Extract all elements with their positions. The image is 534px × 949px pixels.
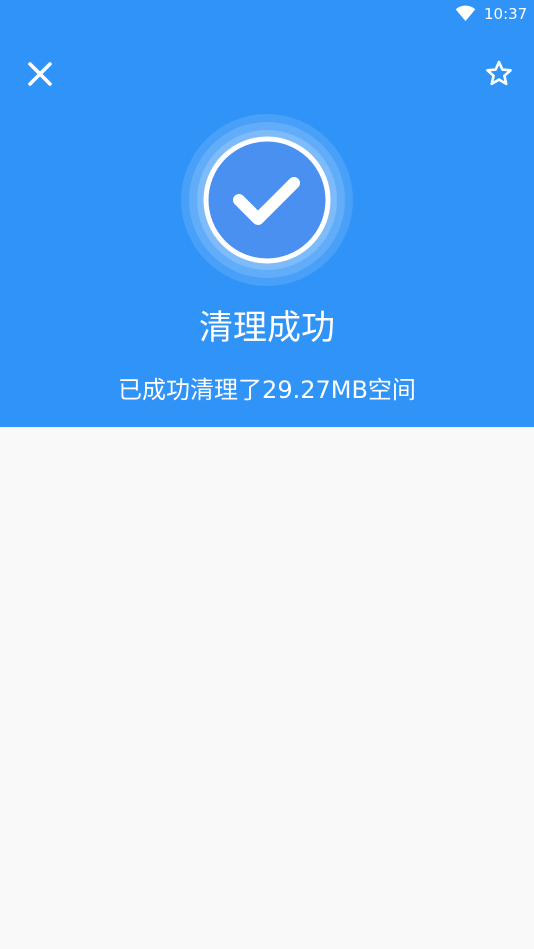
star-outline-icon [481,56,517,92]
result-header: 10:37 清理成功 已成功清理了29.27MB空间 [0,0,534,427]
status-bar: 10:37 [0,0,534,28]
content-area [0,427,534,949]
result-title: 清理成功 [199,308,335,348]
success-badge [181,114,353,286]
result-subtitle: 已成功清理了29.27MB空间 [118,376,416,404]
checkmark-circle-icon [181,114,353,286]
wifi-icon [455,5,476,22]
close-icon [22,56,58,92]
status-time: 10:37 [484,5,528,23]
close-button[interactable] [22,56,58,92]
favorite-button[interactable] [481,56,517,92]
